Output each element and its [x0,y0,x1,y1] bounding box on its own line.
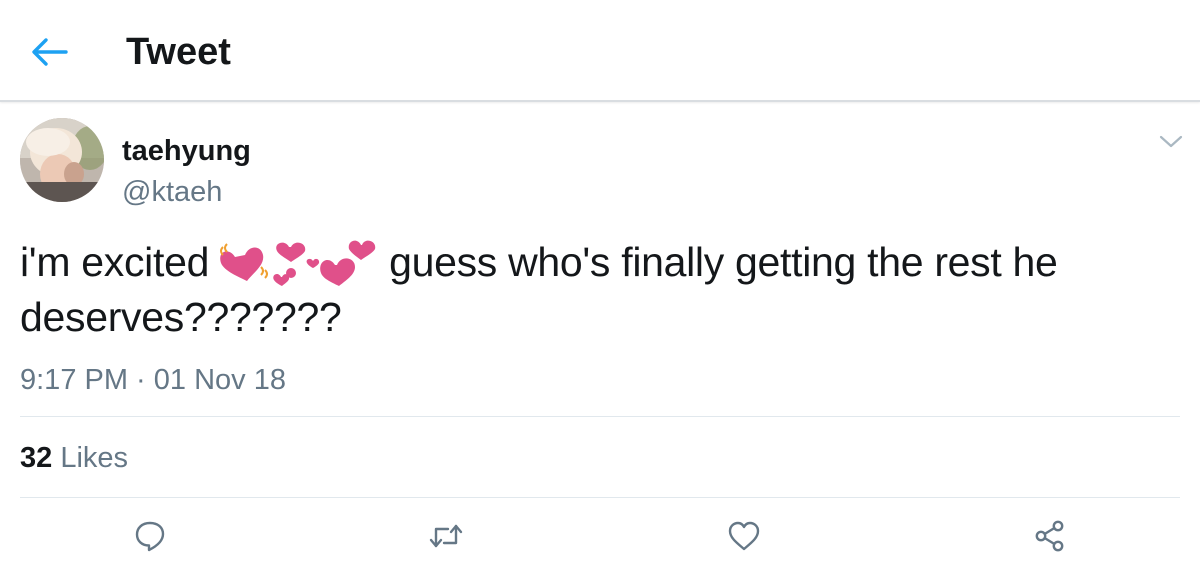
top-bar: Tweet [0,0,1200,102]
avatar-photo [20,118,104,202]
tweet-detail-page: Tweet taehyung @ktaeh i'm excited guess … [0,0,1200,576]
avatar[interactable] [20,118,104,202]
likes-count: 32 [20,442,53,474]
author-display-name[interactable]: taehyung [122,133,251,169]
tweet-timestamp[interactable]: 9:17 PM · 01 Nov 18 [20,362,286,398]
like-button[interactable] [724,516,764,556]
arrow-left-icon [32,38,68,66]
page-title: Tweet [126,31,231,73]
hearts-emoji [220,240,376,287]
retweet-icon [429,524,463,548]
tweet-text: i'm excited guess who's finally getting … [20,236,1180,343]
tweet-text-start: i'm excited [20,239,210,285]
divider [20,497,1180,498]
likes-stat[interactable]: 32 Likes [20,440,128,476]
share-icon [1035,520,1064,552]
retweet-button[interactable] [426,516,466,556]
likes-label: Likes [60,442,129,474]
share-button[interactable] [1030,516,1070,556]
divider [20,416,1180,417]
heart-icon [728,521,760,551]
author-handle[interactable]: @ktaeh [122,174,222,210]
back-button[interactable] [24,28,76,76]
chevron-down-icon[interactable] [1158,132,1184,152]
reply-icon [135,521,165,552]
reply-button[interactable] [130,516,170,556]
